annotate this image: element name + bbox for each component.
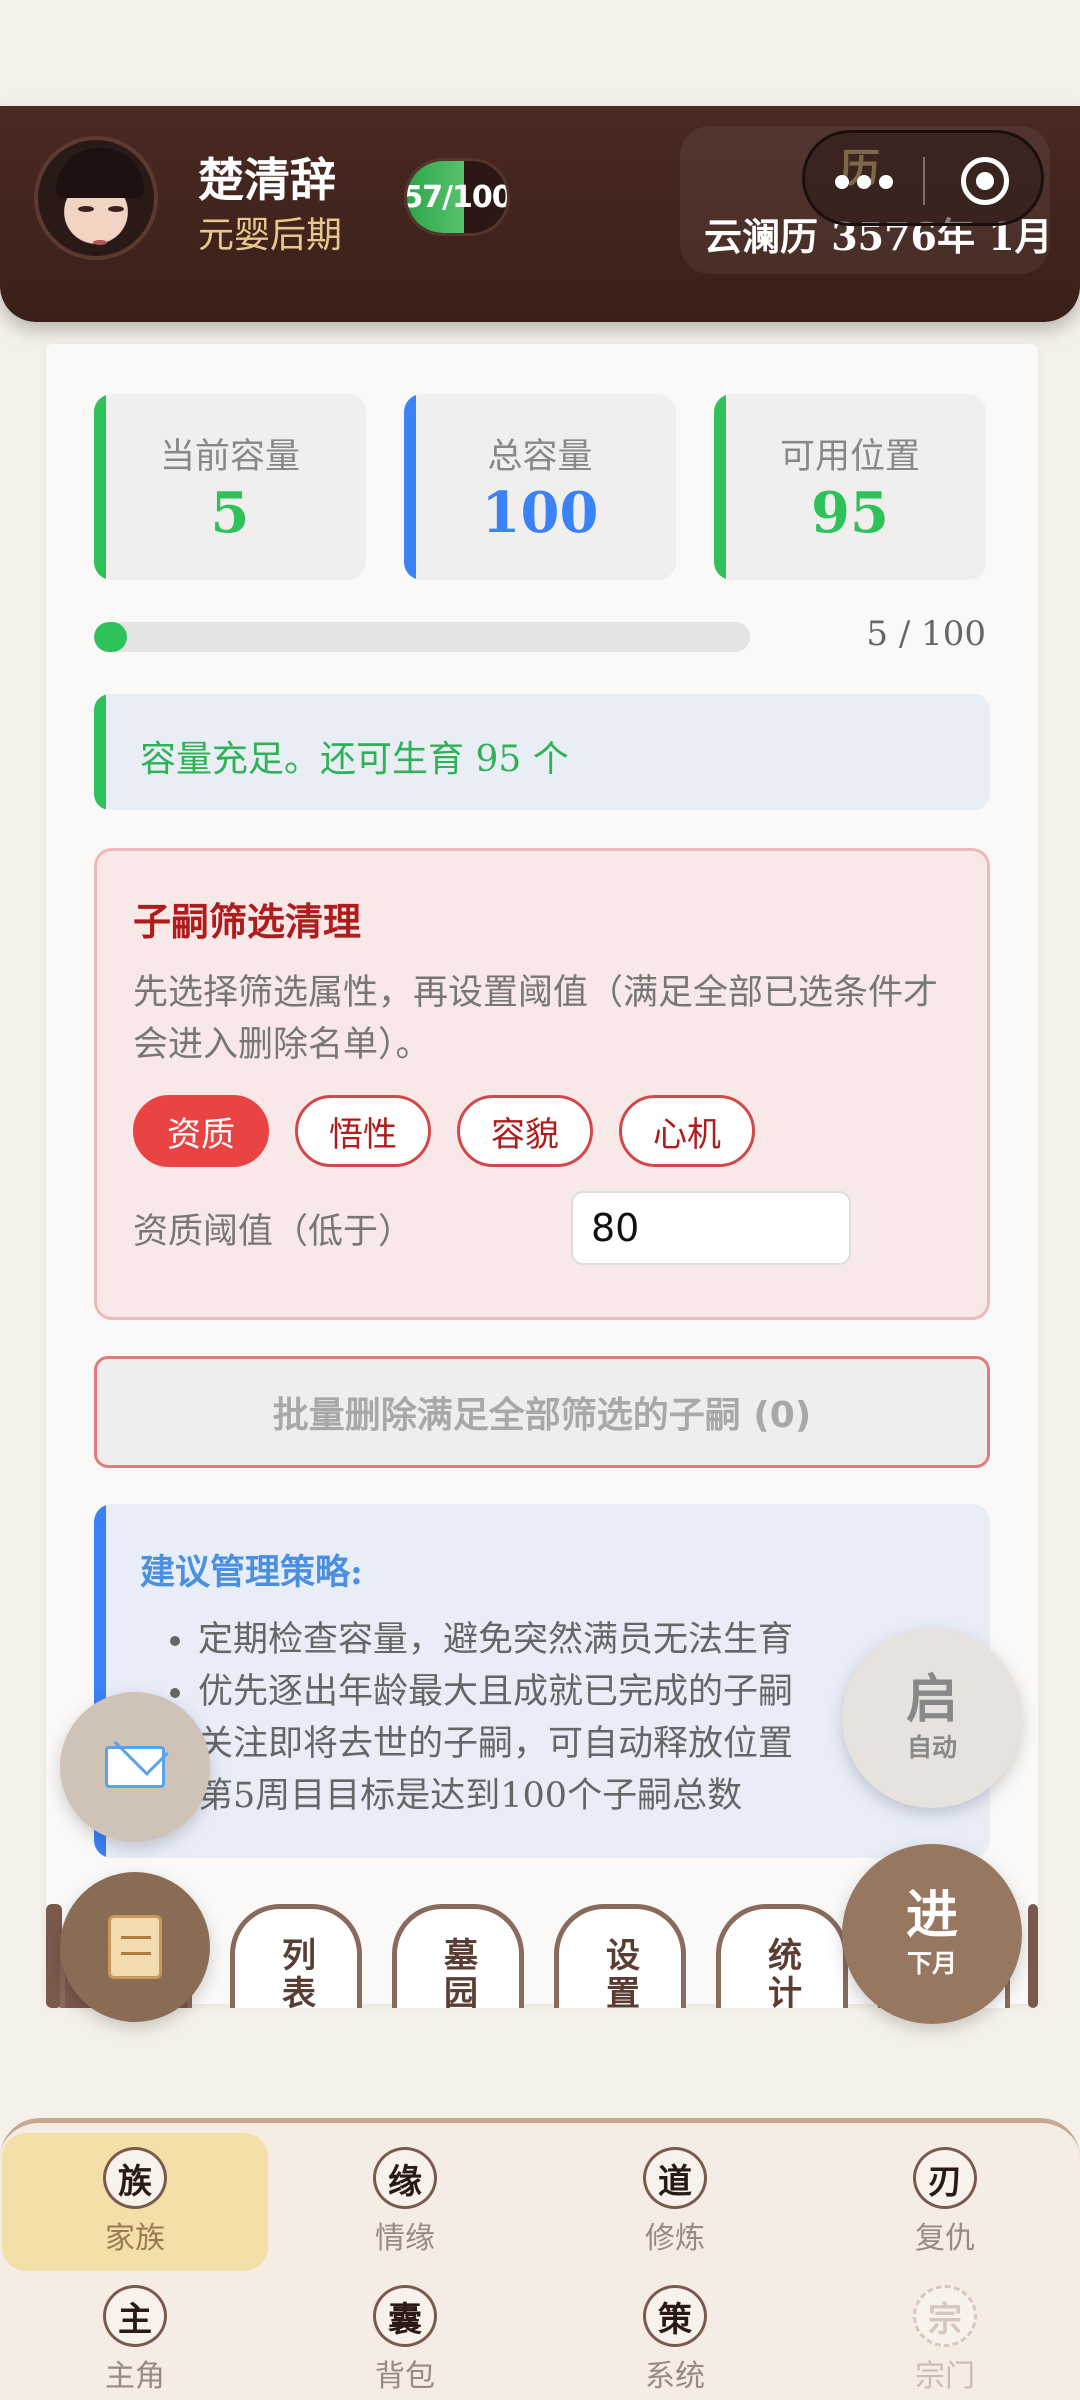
capacity-progress-text: 5 / 100 xyxy=(866,614,986,654)
romance-icon: 缘 xyxy=(373,2147,437,2209)
capacity-notice-text: 容量充足。还可生育 95 个 xyxy=(140,739,569,780)
tip-item: 第5周目目标是达到100个子嗣总数 xyxy=(170,1770,793,1822)
tab-statistics[interactable]: 统计 xyxy=(716,1904,848,2008)
capacity-progress-fill xyxy=(94,622,127,652)
system-icon: 策 xyxy=(643,2285,707,2347)
filter-chip-comprehension[interactable]: 悟性 xyxy=(295,1095,431,1167)
sect-icon: 宗 xyxy=(913,2285,977,2347)
filter-description: 先选择筛选属性，再设置阈值（满足全部已选条件才会进入删除名单）。 xyxy=(133,973,939,1065)
more-icon[interactable] xyxy=(835,169,895,193)
stat-value: 100 xyxy=(481,480,599,546)
auto-button-label: 自动 xyxy=(906,1733,957,1762)
bottom-nav: 族 家族 缘 情缘 道 修炼 刃 复仇 主 主角 囊 背包 策 系统 宗 宗门 xyxy=(0,2118,1080,2400)
nav-label: 家族 xyxy=(105,2221,165,2256)
stat-value: 95 xyxy=(811,480,889,546)
nav-backpack[interactable]: 囊 背包 xyxy=(270,2261,540,2395)
protagonist-icon: 主 xyxy=(103,2285,167,2347)
stat-label: 可用位置 xyxy=(779,437,920,477)
stat-available-slots: 可用位置 95 xyxy=(714,394,986,580)
tab-settings[interactable]: 设置 xyxy=(554,1904,686,2008)
stat-label: 当前容量 xyxy=(159,437,300,477)
nav-label: 修炼 xyxy=(645,2221,705,2256)
threshold-input[interactable] xyxy=(571,1191,851,1265)
nav-label: 系统 xyxy=(645,2359,705,2394)
nav-label: 复仇 xyxy=(915,2221,975,2256)
offspring-filter-panel: 子嗣筛选清理 先选择筛选属性，再设置阈值（满足全部已选条件才会进入删除名单）。 … xyxy=(94,848,990,1320)
scroll-button[interactable] xyxy=(60,1872,210,2022)
nav-romance[interactable]: 缘 情缘 xyxy=(270,2123,540,2257)
nav-protagonist[interactable]: 主 主角 xyxy=(0,2261,270,2395)
nav-family[interactable]: 族 家族 xyxy=(0,2123,270,2271)
player-avatar[interactable] xyxy=(34,136,158,260)
auto-button[interactable]: 启 自动 xyxy=(842,1628,1022,1808)
nav-cultivation[interactable]: 道 修炼 xyxy=(540,2123,810,2257)
backpack-icon: 囊 xyxy=(373,2285,437,2347)
batch-delete-button[interactable]: 批量删除满足全部筛选的子嗣 (0) xyxy=(94,1356,990,1468)
next-button-label: 下月 xyxy=(906,1949,957,1978)
mail-button[interactable] xyxy=(60,1692,210,1842)
stat-total-capacity: 总容量 100 xyxy=(404,394,676,580)
threshold-label: 资质阈值（低于） xyxy=(133,1212,414,1252)
nav-label: 背包 xyxy=(375,2359,435,2394)
nav-system[interactable]: 策 系统 xyxy=(540,2261,810,2395)
nav-revenge[interactable]: 刃 复仇 xyxy=(810,2123,1080,2257)
scroll-icon xyxy=(108,1915,162,1979)
tip-item: 定期检查容量，避免突然满员无法生育 xyxy=(170,1614,793,1666)
stat-current-capacity: 当前容量 5 xyxy=(94,394,366,580)
nav-label: 主角 xyxy=(105,2359,165,2394)
filter-chip-appearance[interactable]: 容貌 xyxy=(457,1095,593,1167)
stat-value: 5 xyxy=(210,480,250,546)
tips-title: 建议管理策略: xyxy=(140,1552,363,1593)
tip-item: 优先逐出年龄最大且成就已完成的子嗣 xyxy=(170,1666,793,1718)
player-name: 楚清辞 xyxy=(198,153,336,207)
cultivation-icon: 道 xyxy=(643,2147,707,2209)
filter-title: 子嗣筛选清理 xyxy=(133,899,362,944)
hp-indicator: 57/100 xyxy=(404,158,510,236)
next-button-char: 进 xyxy=(905,1885,958,1946)
capacity-progress-bar xyxy=(94,622,750,652)
tab-graveyard[interactable]: 墓园 xyxy=(392,1904,524,2008)
nav-sect[interactable]: 宗 宗门 xyxy=(810,2261,1080,2395)
nav-label: 宗门 xyxy=(915,2359,975,2394)
close-target-icon[interactable] xyxy=(961,157,1009,205)
capacity-notice: 容量充足。还可生育 95 个 xyxy=(94,694,990,810)
top-header: 楚清辞 元婴后期 57/100 历 云澜历 3576年 1月 xyxy=(0,106,1080,322)
stat-label: 总容量 xyxy=(487,437,593,477)
nav-label: 情缘 xyxy=(375,2221,435,2256)
tab-list[interactable]: 列表 xyxy=(230,1904,362,2008)
tips-list: 定期检查容量，避免突然满员无法生育 优先逐出年龄最大且成就已完成的子嗣 关注即将… xyxy=(170,1614,793,1822)
auto-button-char: 启 xyxy=(905,1669,958,1730)
filter-chip-aptitude[interactable]: 资质 xyxy=(133,1095,269,1167)
revenge-icon: 刃 xyxy=(913,2147,977,2209)
mail-icon xyxy=(105,1746,165,1788)
player-realm: 元婴后期 xyxy=(198,215,343,256)
filter-chip-scheming[interactable]: 心机 xyxy=(619,1095,755,1167)
next-month-button[interactable]: 进 下月 xyxy=(842,1844,1022,2024)
miniprogram-capsule xyxy=(802,130,1044,226)
family-icon: 族 xyxy=(103,2147,167,2209)
hp-text: 57/100 xyxy=(404,179,510,215)
tip-item: 关注即将去世的子嗣，可自动释放位置 xyxy=(170,1718,793,1770)
